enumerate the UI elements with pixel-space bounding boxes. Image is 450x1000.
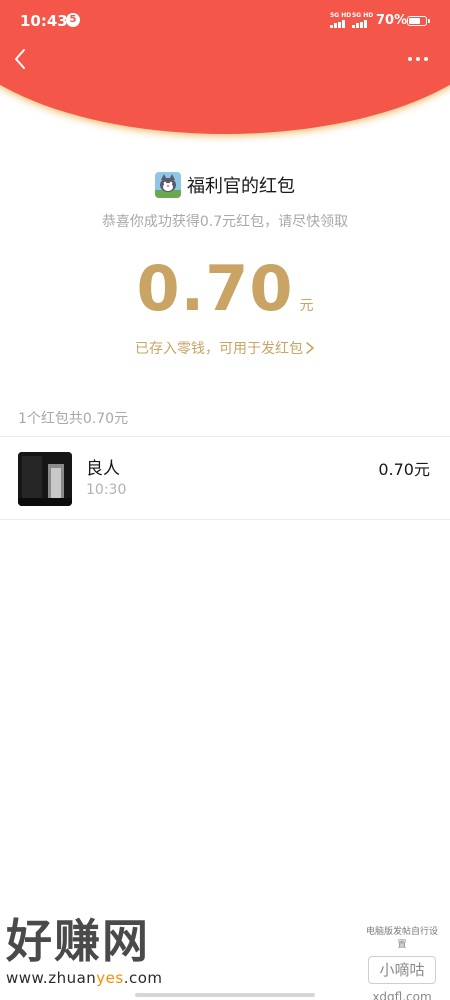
amount-unit: 元 — [299, 298, 314, 314]
sender-row: 福利官的红包 — [0, 170, 450, 200]
battery-percentage: 70% — [376, 13, 408, 28]
watermark-right-caption: 电脑版发帖自行设置 — [365, 927, 438, 950]
signal-icon: 5G HD — [330, 12, 352, 28]
watermark-title: 好赚网 — [6, 914, 150, 968]
status-time: 10:43 — [20, 12, 68, 30]
chevron-left-icon — [15, 49, 25, 69]
chevron-right-icon — [306, 342, 314, 354]
record-amount: 0.70元 — [378, 460, 430, 479]
watermark-left: 好赚网 www.zhuanyes.com — [6, 915, 206, 987]
watermark-url-highlight: yes — [96, 969, 124, 987]
watermark-right-logo: 小嘀咕 — [368, 956, 436, 984]
watermark-url-prefix: www.zhuan — [6, 969, 97, 987]
network-label: 5G HD — [330, 12, 352, 19]
saved-to-wallet-label: 已存入零钱，可用于发红包 — [135, 341, 303, 357]
divider — [0, 519, 450, 520]
watermark-right-url: xdgfl.com — [372, 990, 432, 1000]
packet-summary: 1个红包共0.70元 — [18, 411, 129, 427]
record-time: 10:30 — [86, 482, 127, 498]
notification-badge-icon: 5 — [66, 13, 80, 27]
amount-display: 0.70 元 — [0, 252, 450, 336]
amount-value: 0.70 — [136, 252, 294, 325]
greeting-text: 恭喜你成功获得0.7元红包，请尽快领取 — [101, 214, 349, 230]
list-item[interactable]: 良人 10:30 0.70元 — [0, 437, 450, 519]
sender-name: 福利官的红包 — [187, 176, 295, 197]
sender-avatar — [155, 172, 181, 198]
record-name: 良人 — [86, 459, 120, 479]
red-packet-detail-page: 10:43 5 5G HD 5G HD 70% 福利官的红包 恭喜你成功获得0.… — [0, 0, 450, 1000]
back-button[interactable] — [6, 44, 36, 74]
more-options-button[interactable] — [400, 44, 436, 74]
home-indicator[interactable] — [135, 993, 315, 997]
photo-avatar-icon — [18, 452, 72, 506]
battery-icon — [407, 16, 430, 26]
network-label: 5G HD — [352, 12, 374, 19]
watermark-right: 电脑版发帖自行设置 小嘀咕 xdgfl.com — [362, 924, 442, 1000]
signal-icon: 5G HD — [352, 12, 374, 28]
status-bar: 10:43 5 5G HD 5G HD 70% — [0, 0, 450, 44]
more-dots-icon — [408, 57, 428, 61]
cartoon-cat-avatar-icon — [155, 172, 181, 198]
watermark-url-suffix: .com — [123, 969, 163, 987]
avatar — [18, 452, 72, 506]
saved-to-wallet-link[interactable]: 已存入零钱，可用于发红包 — [0, 338, 450, 358]
watermark-url: www.zhuanyes.com — [6, 969, 206, 987]
